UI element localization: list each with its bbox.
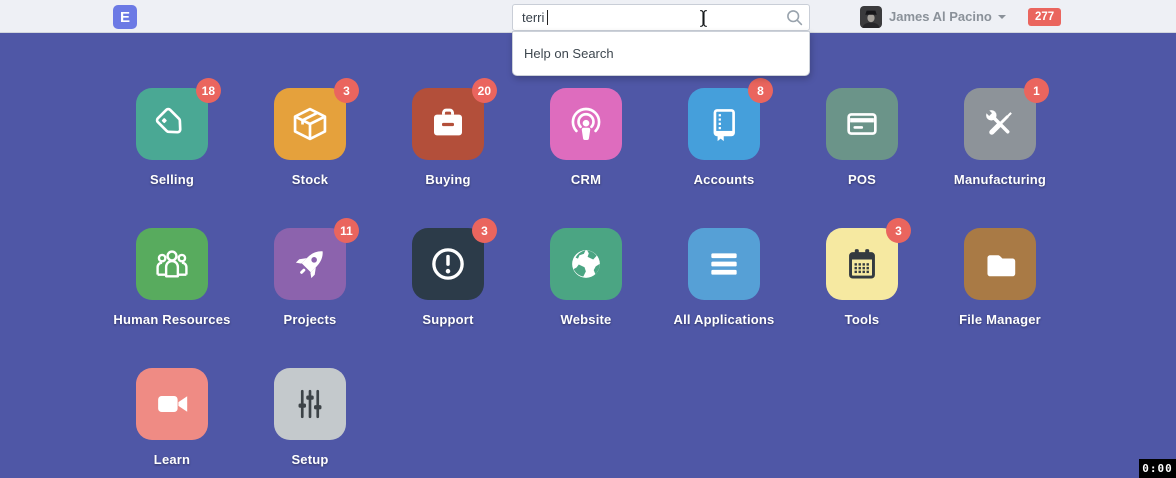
module-tile-file-manager[interactable]	[964, 228, 1036, 300]
user-avatar[interactable]	[860, 6, 882, 28]
user-menu[interactable]: James Al Pacino	[860, 0, 1006, 33]
tools-icon	[976, 100, 1024, 148]
module-item-selling[interactable]: 18 Selling	[103, 88, 241, 228]
search-suggestion-help[interactable]: Help on Search	[513, 32, 809, 75]
module-tile-crm[interactable]	[550, 88, 622, 160]
module-count-badge: 3	[472, 218, 497, 243]
text-caret	[547, 10, 548, 25]
module-label: Buying	[425, 172, 470, 187]
menu-icon	[700, 240, 748, 288]
module-item-stock[interactable]: 3 Stock	[241, 88, 379, 228]
module-label: Human Resources	[113, 312, 230, 327]
module-item-tools[interactable]: 3 Tools	[793, 228, 931, 368]
module-count-badge: 20	[472, 78, 497, 103]
sliders-icon	[286, 380, 334, 428]
app-logo-letter: E	[120, 9, 130, 26]
module-item-manufacturing[interactable]: 1 Manufacturing	[931, 88, 1069, 228]
alert-circle-icon	[424, 240, 472, 288]
ibeam-mouse-cursor	[698, 9, 709, 28]
rocket-icon	[286, 240, 334, 288]
module-label: Learn	[154, 452, 190, 467]
briefcase-icon	[424, 100, 472, 148]
search-input[interactable]	[512, 4, 810, 31]
credit-card-icon	[838, 100, 886, 148]
module-tile-projects[interactable]: 11	[274, 228, 346, 300]
module-tile-tools[interactable]: 3	[826, 228, 898, 300]
module-tile-accounts[interactable]: 8	[688, 88, 760, 160]
avatar-photo	[860, 6, 882, 28]
module-label: Selling	[150, 172, 194, 187]
module-label: Website	[560, 312, 611, 327]
module-tile-stock[interactable]: 3	[274, 88, 346, 160]
global-search: Help on Search	[512, 4, 810, 31]
podcast-icon	[562, 100, 610, 148]
module-tile-website[interactable]	[550, 228, 622, 300]
module-item-buying[interactable]: 20 Buying	[379, 88, 517, 228]
notifications-count-badge[interactable]: 277	[1028, 8, 1061, 26]
module-item-human-resources[interactable]: Human Resources	[103, 228, 241, 368]
module-tile-selling[interactable]: 18	[136, 88, 208, 160]
people-icon	[148, 240, 196, 288]
module-label: POS	[848, 172, 876, 187]
module-count-badge: 3	[334, 78, 359, 103]
module-grid: 18 Selling 3 Stock 20 Buying CRM 8 Accounts POS 1 M…	[103, 88, 1069, 478]
calendar-icon	[838, 240, 886, 288]
module-tile-human-resources[interactable]	[136, 228, 208, 300]
video-icon	[148, 380, 196, 428]
search-suggestions-dropdown: Help on Search	[512, 31, 810, 76]
module-count-badge: 11	[334, 218, 359, 243]
module-count-badge: 1	[1024, 78, 1049, 103]
book-icon	[700, 100, 748, 148]
module-tile-setup[interactable]	[274, 368, 346, 440]
module-label: Tools	[845, 312, 880, 327]
module-label: Manufacturing	[954, 172, 1046, 187]
module-item-projects[interactable]: 11 Projects	[241, 228, 379, 368]
module-label: Projects	[284, 312, 337, 327]
module-item-crm[interactable]: CRM	[517, 88, 655, 228]
tag-icon	[148, 100, 196, 148]
module-count-badge: 8	[748, 78, 773, 103]
module-tile-all-applications[interactable]	[688, 228, 760, 300]
module-count-badge: 3	[886, 218, 911, 243]
chevron-down-icon	[998, 15, 1006, 19]
module-label: All Applications	[674, 312, 775, 327]
module-label: File Manager	[959, 312, 1041, 327]
globe-icon	[562, 240, 610, 288]
module-tile-buying[interactable]: 20	[412, 88, 484, 160]
module-label: CRM	[571, 172, 601, 187]
module-tile-manufacturing[interactable]: 1	[964, 88, 1036, 160]
module-label: Accounts	[694, 172, 755, 187]
top-navbar: E Help on Search James Al Pacino	[0, 0, 1176, 33]
module-tile-learn[interactable]	[136, 368, 208, 440]
user-name: James Al Pacino	[889, 9, 992, 24]
module-item-website[interactable]: Website	[517, 228, 655, 368]
module-item-all-applications[interactable]: All Applications	[655, 228, 793, 368]
module-item-learn[interactable]: Learn	[103, 368, 241, 478]
module-item-setup[interactable]: Setup	[241, 368, 379, 478]
module-tile-support[interactable]: 3	[412, 228, 484, 300]
folder-icon	[976, 240, 1024, 288]
module-item-file-manager[interactable]: File Manager	[931, 228, 1069, 368]
box-icon	[286, 100, 334, 148]
module-tile-pos[interactable]	[826, 88, 898, 160]
module-label: Support	[422, 312, 473, 327]
module-label: Setup	[291, 452, 328, 467]
module-label: Stock	[292, 172, 328, 187]
module-item-accounts[interactable]: 8 Accounts	[655, 88, 793, 228]
app-logo[interactable]: E	[113, 5, 137, 29]
module-count-badge: 18	[196, 78, 221, 103]
search-icon	[786, 9, 803, 26]
screen-recording-timer: 0:00	[1139, 459, 1176, 478]
module-item-pos[interactable]: POS	[793, 88, 931, 228]
module-item-support[interactable]: 3 Support	[379, 228, 517, 368]
